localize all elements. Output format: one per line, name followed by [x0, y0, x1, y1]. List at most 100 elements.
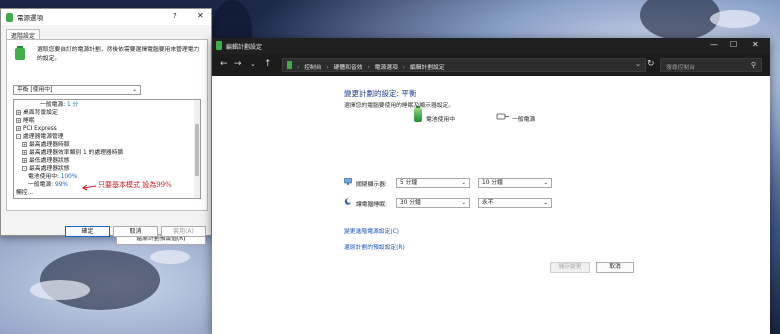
dialog-title: 電源選項 — [17, 14, 43, 22]
tree-scrollbar-thumb[interactable] — [195, 124, 199, 176]
expand-icon[interactable]: + — [22, 158, 27, 163]
tree-row-label: 桌面背景設定 — [23, 110, 58, 116]
tree-row[interactable]: + 睡眠 — [16, 117, 35, 125]
power-options-dialog: 電源選項 ? ✕ 進階設定 選取您要自訂的電源計劃，然後依需要選擇電腦要用來管理… — [0, 8, 212, 245]
tree-row[interactable]: + 最低處理器狀態 — [22, 157, 70, 165]
tree-row-label: 最高處理器狀態 — [29, 166, 70, 172]
annotation-arrow-icon — [82, 184, 97, 191]
breadcrumb-separator: › — [367, 65, 370, 71]
dialog-titlebar: 電源選項 ? ✕ — [1, 9, 211, 25]
expand-icon[interactable]: + — [22, 142, 27, 147]
tree-row-label: 一般電源: — [40, 102, 66, 108]
help-button[interactable]: ? — [173, 12, 177, 20]
refresh-button[interactable]: ↻ — [647, 59, 655, 69]
search-input[interactable]: 搜尋控制台 ⚲ — [660, 58, 762, 72]
display-off-battery-value: 5 分鐘 — [400, 180, 418, 186]
dialog-description: 選取您要自訂的電源計劃，然後依需要選擇電腦要用來管理電力的設定。 — [37, 47, 200, 62]
sleep-moon-icon — [344, 198, 352, 205]
search-placeholder: 搜尋控制台 — [666, 65, 695, 71]
tree-row[interactable]: 一般電源: 99% — [28, 181, 68, 189]
breadcrumb-control-panel[interactable]: 控制台 — [304, 65, 321, 71]
expand-icon[interactable]: + — [16, 118, 21, 123]
tree-row[interactable]: + 最高處理器時脈 — [22, 141, 70, 149]
tree-row[interactable]: - 處理器電源管理 — [16, 133, 64, 141]
address-bar[interactable]: › 控制台 › 硬體和音效 › 電源選項 › 編輯計劃設定 ⌄ — [282, 58, 646, 72]
sleep-plugged-value: 永不 — [482, 200, 494, 206]
sleep-battery-select[interactable]: 30 分鐘 ⌄ — [396, 198, 470, 208]
tree-row[interactable]: + 最高處理器效率類別 1 的處理器時脈 — [22, 149, 123, 157]
advanced-power-settings-link[interactable]: 變更進階電源設定(C) — [344, 226, 399, 235]
cancel-button[interactable]: 取消 — [113, 226, 158, 237]
window-cancel-button[interactable]: 取消 — [596, 262, 634, 273]
chevron-down-icon: ⌄ — [461, 180, 466, 186]
ok-button[interactable]: 確定 — [65, 226, 110, 237]
tree-row[interactable]: + PCI Express — [16, 125, 57, 133]
tree-row[interactable]: + 桌面背景設定 — [16, 109, 58, 117]
tree-row[interactable]: 觸控... — [16, 189, 33, 197]
window-titlebar: 編輯計劃設定 — ☐ ✕ — [212, 38, 770, 54]
breadcrumb-power-options[interactable]: 電源選項 — [375, 65, 398, 71]
sleep-plugged-select[interactable]: 永不 ⌄ — [478, 198, 552, 208]
maximize-button[interactable]: ☐ — [730, 40, 737, 49]
display-off-label: 關閉顯示器: — [356, 182, 387, 188]
control-panel-icon — [287, 61, 292, 69]
restore-defaults-link[interactable]: 還原計劃的預設設定(R) — [344, 242, 405, 251]
column-plugged-in: 一般電源 — [512, 117, 536, 123]
tree-row-label: 一般電源: — [28, 182, 54, 188]
collapse-icon[interactable]: - — [22, 166, 27, 171]
display-off-plugged-select[interactable]: 10 分鐘 ⌄ — [478, 178, 552, 188]
plan-select-value: 平衡 [使用中] — [17, 87, 53, 93]
sleep-label: 讓電腦睡眠: — [356, 202, 387, 208]
battery-icon — [6, 12, 13, 22]
up-button[interactable]: ↑ — [264, 59, 272, 69]
close-button[interactable]: ✕ — [197, 11, 204, 20]
window-title: 編輯計劃設定 — [226, 44, 263, 51]
window-close-button[interactable]: ✕ — [752, 40, 759, 49]
page-title: 變更計劃的設定: 平衡 — [344, 89, 417, 98]
tree-row-label: 最低處理器狀態 — [29, 158, 70, 164]
tree-row-label: 睡眠 — [23, 118, 35, 124]
chevron-down-icon: ⌄ — [461, 200, 466, 206]
chevron-down-icon[interactable]: ⌄ — [635, 60, 641, 68]
power-plug-icon — [496, 113, 509, 120]
chevron-down-icon: ⌄ — [543, 200, 548, 206]
tree-scrollbar[interactable] — [194, 100, 200, 198]
tree-row-label: 觸控... — [16, 190, 34, 196]
breadcrumb-separator: › — [402, 65, 405, 71]
battery-icon — [216, 41, 222, 50]
tree-row-label: 電池使用中: — [28, 174, 59, 180]
save-changes-button[interactable]: 儲存變更 — [550, 262, 590, 273]
tree-row-label: 處理器電源管理 — [23, 134, 64, 140]
tree-row[interactable]: 電池使用中: 100% — [28, 173, 77, 181]
expand-icon[interactable]: + — [16, 126, 21, 131]
recent-locations-button[interactable]: ⌄ — [250, 60, 256, 68]
display-off-battery-select[interactable]: 5 分鐘 ⌄ — [396, 178, 470, 188]
tree-row[interactable]: - 最高處理器狀態 — [22, 165, 70, 173]
expand-icon[interactable]: + — [22, 150, 27, 155]
tree-row-value[interactable]: 100% — [59, 174, 78, 180]
back-button[interactable]: ← — [220, 59, 228, 69]
forward-button[interactable]: → — [234, 59, 242, 69]
navigation-bar: ← → ⌄ ↑ › 控制台 › 硬體和音效 › 電源選項 › 編輯計劃設定 ⌄ … — [212, 54, 770, 76]
annotation-note: 只要基本模式 設為99% — [98, 181, 172, 189]
minimize-button[interactable]: — — [710, 40, 718, 49]
breadcrumb: › 控制台 › 硬體和音效 › 電源選項 › 編輯計劃設定 — [297, 62, 448, 71]
tree-row-value[interactable]: 1 分 — [65, 102, 78, 108]
page-subtitle: 選擇您的電腦要使用的睡眠及顯示器設定。 — [344, 103, 455, 109]
breadcrumb-hardware-sound[interactable]: 硬體和音效 — [334, 65, 363, 71]
apply-button[interactable]: 套用(A) — [161, 226, 206, 237]
power-plan-icon — [15, 46, 25, 60]
tree-row[interactable]: 一般電源: 1 分 — [40, 101, 78, 109]
main-content: 變更計劃的設定: 平衡 選擇您的電腦要使用的睡眠及顯示器設定。 電池使用中 一般… — [212, 76, 770, 334]
plan-select[interactable]: 平衡 [使用中] ⌄ — [13, 85, 141, 95]
chevron-down-icon: ⌄ — [543, 180, 548, 186]
tree-row-value[interactable]: 99% — [53, 182, 68, 188]
search-icon: ⚲ — [750, 61, 756, 69]
display-off-plugged-value: 10 分鐘 — [482, 180, 503, 186]
breadcrumb-separator: › — [326, 65, 329, 71]
expand-icon[interactable]: + — [16, 110, 21, 115]
collapse-icon[interactable]: - — [16, 134, 21, 139]
edit-plan-settings-window: 編輯計劃設定 — ☐ ✕ ← → ⌄ ↑ › 控制台 › 硬體和音效 › 電源選… — [212, 38, 770, 334]
breadcrumb-edit-plan[interactable]: 編輯計劃設定 — [410, 65, 445, 71]
breadcrumb-separator: › — [297, 65, 300, 71]
